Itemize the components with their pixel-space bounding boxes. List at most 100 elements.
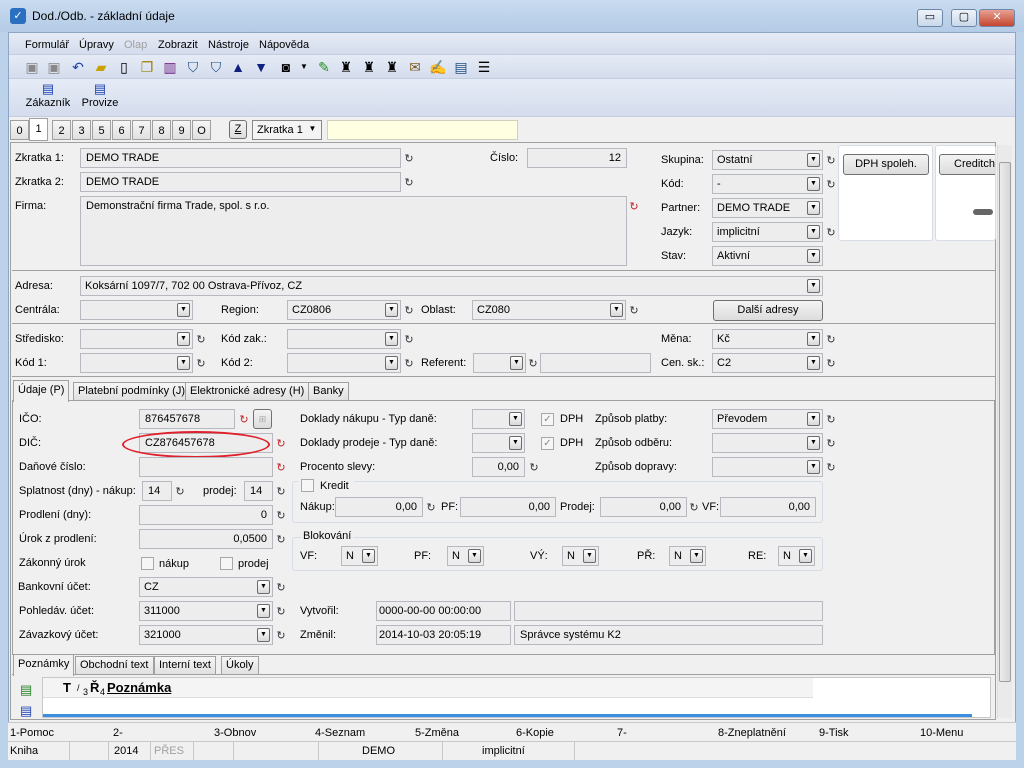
- fkey-4[interactable]: 4-Seznam: [315, 727, 365, 739]
- history-icon[interactable]: ↻: [275, 629, 287, 642]
- dph-nakup-checkbox[interactable]: ✓: [541, 413, 554, 426]
- history-icon[interactable]: ↻: [403, 333, 415, 346]
- history-icon[interactable]: ↻: [174, 485, 186, 498]
- tab-banky[interactable]: Banky: [308, 382, 349, 400]
- fkey-8[interactable]: 8-Zneplatnění: [718, 727, 786, 739]
- fkey-10[interactable]: 10-Menu: [920, 727, 963, 739]
- open-folder-icon[interactable]: ▰: [92, 58, 110, 76]
- history-icon[interactable]: ↻: [825, 437, 837, 450]
- oblast-select[interactable]: CZ080 ▼: [472, 300, 626, 320]
- zavazek-select[interactable]: 321000 ▼: [139, 625, 273, 645]
- camera-icon[interactable]: ◙: [277, 58, 295, 76]
- partner-select[interactable]: DEMO TRADE ▼: [712, 198, 823, 218]
- page-tab-o[interactable]: O: [192, 120, 211, 140]
- menu-formular[interactable]: Formulář: [25, 39, 69, 51]
- edit-note-icon[interactable]: ✍: [429, 58, 447, 76]
- arrow-up-icon[interactable]: ▲: [229, 58, 247, 76]
- referent-name-input[interactable]: [540, 353, 651, 373]
- history-icon[interactable]: ↻: [195, 357, 207, 370]
- menu-olap[interactable]: Olap: [124, 39, 147, 51]
- history-icon[interactable]: ↻: [628, 304, 640, 317]
- creditcheck-button[interactable]: Creditcheck: [939, 154, 995, 175]
- col-3[interactable]: 3: [83, 682, 88, 702]
- dropdown-arrow-icon[interactable]: ▼: [295, 58, 313, 76]
- kredit-nakup-input[interactable]: 0,00: [335, 497, 423, 517]
- doprava-select[interactable]: ▼: [712, 457, 823, 477]
- maximize-button[interactable]: ▢: [951, 9, 977, 27]
- history-icon[interactable]: ↻: [688, 501, 700, 514]
- blok-re-select[interactable]: N ▼: [778, 546, 815, 566]
- fkey-3[interactable]: 3-Obnov: [214, 727, 256, 739]
- fkey-7[interactable]: 7-: [617, 727, 627, 739]
- stredisko-select[interactable]: ▼: [80, 329, 193, 349]
- history-icon[interactable]: ↻: [238, 413, 250, 426]
- history-icon[interactable]: ↻: [275, 509, 287, 522]
- platba-select[interactable]: Převodem ▼: [712, 409, 823, 429]
- history-icon[interactable]: ↻: [425, 501, 437, 514]
- page-tab-3[interactable]: 3: [72, 120, 91, 140]
- history-icon[interactable]: ↻: [403, 152, 415, 165]
- col-4[interactable]: 4: [100, 682, 105, 702]
- commission-button[interactable]: ▤ Provize: [80, 81, 120, 109]
- adresa-select[interactable]: Koksární 1097/7, 702 00 Ostrava-Přívoz, …: [80, 276, 823, 296]
- history-icon[interactable]: ↻: [825, 357, 837, 370]
- menu-upravy[interactable]: Úpravy: [79, 39, 114, 51]
- history-icon[interactable]: ↻: [403, 304, 415, 317]
- menu-zobrazit[interactable]: Zobrazit: [158, 39, 198, 51]
- zakonny-prodej-checkbox[interactable]: [220, 557, 233, 570]
- col-t[interactable]: T: [63, 678, 71, 698]
- search-field-select[interactable]: Zkratka 1 ▼: [252, 120, 322, 140]
- history-icon[interactable]: ↻: [275, 485, 287, 498]
- blok-pf-select[interactable]: N ▼: [447, 546, 484, 566]
- book-icon[interactable]: ▥: [161, 58, 179, 76]
- tab-poznamky[interactable]: Poznámky: [13, 654, 75, 676]
- history-icon[interactable]: ↻: [527, 357, 539, 370]
- z-button[interactable]: Z: [229, 120, 247, 139]
- history-icon[interactable]: ↻: [825, 154, 837, 167]
- stav-select[interactable]: Aktivní ▼: [712, 246, 823, 266]
- kredit-checkbox[interactable]: [301, 479, 314, 492]
- horizontal-scrollbar[interactable]: [43, 714, 972, 717]
- history-icon[interactable]: ↻: [195, 333, 207, 346]
- menu-napoveda[interactable]: Nápověda: [259, 39, 309, 51]
- kredit-prodej-input[interactable]: 0,00: [600, 497, 687, 517]
- fkey-5[interactable]: 5-Změna: [415, 727, 459, 739]
- save-icon[interactable]: ▣: [23, 58, 41, 76]
- page-tab-1[interactable]: 1: [29, 118, 48, 141]
- fkey-6[interactable]: 6-Kopie: [516, 727, 554, 739]
- arrow-down-icon[interactable]: ▼: [252, 58, 270, 76]
- kod1-select[interactable]: ▼: [80, 353, 193, 373]
- page-tab-6[interactable]: 6: [112, 120, 131, 140]
- history-icon[interactable]: ↻: [628, 200, 640, 213]
- filter-icon[interactable]: ⛉: [184, 58, 202, 76]
- kod2-select[interactable]: ▼: [287, 353, 401, 373]
- sleva-input[interactable]: 0,00: [472, 457, 525, 477]
- copy-icon[interactable]: ❐: [138, 58, 156, 76]
- excel-export-icon[interactable]: ✎: [315, 58, 333, 76]
- pohledav-select[interactable]: 311000 ▼: [139, 601, 273, 621]
- kredit-vf-input[interactable]: 0,00: [720, 497, 816, 517]
- history-icon[interactable]: ↻: [275, 437, 287, 450]
- referent-select[interactable]: ▼: [473, 353, 526, 373]
- history-icon[interactable]: ↻: [275, 581, 287, 594]
- minimize-button[interactable]: ▭: [917, 9, 943, 27]
- find-next-icon[interactable]: ♜: [360, 58, 378, 76]
- page-tab-9[interactable]: 9: [172, 120, 191, 140]
- dph-spoleh-button[interactable]: DPH spoleh.: [843, 154, 929, 175]
- menu-lines-icon[interactable]: ☰: [475, 58, 493, 76]
- splatnost-prodej-input[interactable]: 14: [244, 481, 273, 501]
- firma-textarea[interactable]: Demonstrační firma Trade, spol. s r.o.: [80, 196, 627, 266]
- tab-udaje[interactable]: Údaje (P): [13, 380, 70, 402]
- customer-button[interactable]: ▤ Zákazník: [23, 81, 73, 109]
- col-r[interactable]: Ř: [90, 678, 99, 698]
- fkey-1[interactable]: 1-Pomoc: [10, 727, 54, 739]
- add-note-icon[interactable]: ▤: [20, 682, 32, 698]
- tab-platebni-podminky[interactable]: Platební podmínky (J): [73, 382, 190, 400]
- kredit-pf-input[interactable]: 0,00: [460, 497, 556, 517]
- tab-ukoly[interactable]: Úkoly: [221, 656, 259, 674]
- page-tab-7[interactable]: 7: [132, 120, 151, 140]
- fkey-2[interactable]: 2-: [113, 727, 123, 739]
- kodzak-select[interactable]: ▼: [287, 329, 401, 349]
- prodej-typ-select[interactable]: ▼: [472, 433, 525, 453]
- page-tab-0[interactable]: 0: [10, 120, 29, 140]
